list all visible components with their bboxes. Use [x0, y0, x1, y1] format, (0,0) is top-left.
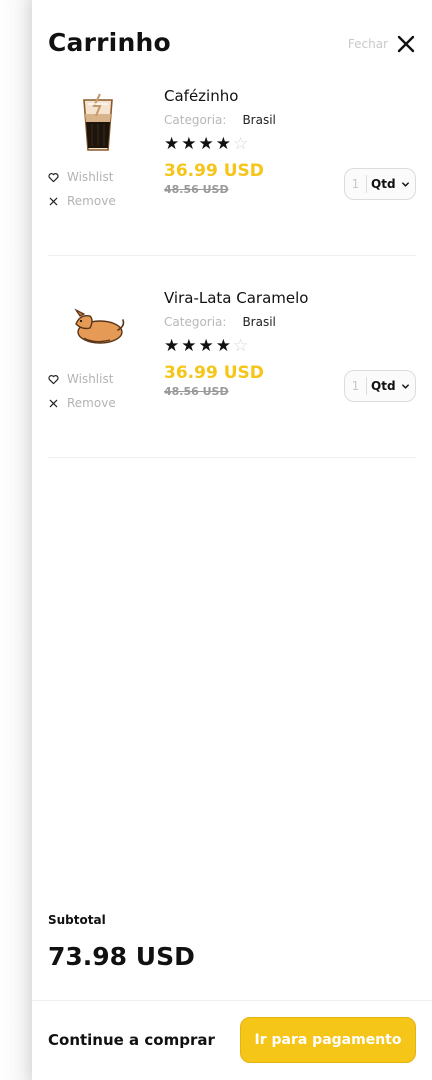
- heart-icon: [48, 172, 59, 182]
- star-filled-icon: ★: [181, 133, 197, 154]
- rating-stars: ★ ★ ★ ★ ☆: [164, 133, 416, 155]
- subtotal-label: Subtotal: [48, 913, 106, 927]
- remove-label: Remove: [67, 194, 116, 208]
- item-actions: Wishlist Remove: [48, 368, 148, 416]
- rating-stars: ★ ★ ★ ★ ☆: [164, 335, 416, 357]
- star-outline-icon: ☆: [233, 335, 249, 356]
- remove-button[interactable]: Remove: [48, 392, 148, 414]
- product-name[interactable]: Vira-Lata Caramelo: [164, 289, 416, 307]
- star-filled-icon: ★: [198, 133, 214, 154]
- wishlist-button[interactable]: Wishlist: [48, 166, 148, 188]
- category-row: Categoria: Brasil: [164, 113, 416, 127]
- checkout-button[interactable]: Ir para pagamento: [240, 1017, 416, 1063]
- star-filled-icon: ★: [181, 335, 197, 356]
- footer-divider: [32, 1000, 432, 1001]
- star-filled-icon: ★: [215, 133, 231, 154]
- wishlist-label: Wishlist: [67, 372, 114, 386]
- coffee-glass-thumbnail: [83, 93, 113, 151]
- close-icon: [397, 35, 415, 53]
- wishlist-button[interactable]: Wishlist: [48, 368, 148, 390]
- cart-item: Wishlist Remove Cafézinho Categoria: Bra…: [48, 86, 416, 256]
- chevron-down-icon: [401, 181, 409, 187]
- star-filled-icon: ★: [198, 335, 214, 356]
- remove-label: Remove: [67, 396, 116, 410]
- cart-item: Wishlist Remove Vira-Lata Caramelo Categ…: [48, 288, 416, 458]
- quantity-label: Qtd: [371, 177, 396, 191]
- star-filled-icon: ★: [164, 133, 180, 154]
- quantity-value: 1: [345, 377, 367, 395]
- product-name[interactable]: Cafézinho: [164, 87, 416, 105]
- star-filled-icon: ★: [164, 335, 180, 356]
- quantity-value: 1: [345, 175, 367, 193]
- cart-header: Carrinho Fechar: [48, 28, 416, 62]
- category-row: Categoria: Brasil: [164, 315, 416, 329]
- page-backdrop: [0, 0, 32, 1080]
- category-value: Brasil: [242, 113, 276, 127]
- item-actions: Wishlist Remove: [48, 166, 148, 214]
- continue-shopping-link[interactable]: Continue a comprar: [48, 1031, 215, 1049]
- quantity-select[interactable]: 1 Qtd: [344, 168, 416, 200]
- subtotal-value: 73.98 USD: [48, 942, 195, 971]
- category-value: Brasil: [242, 315, 276, 329]
- dog-thumbnail: [74, 308, 125, 344]
- remove-button[interactable]: Remove: [48, 190, 148, 212]
- x-icon: [49, 197, 58, 205]
- wishlist-label: Wishlist: [67, 170, 114, 184]
- x-icon: [49, 399, 58, 407]
- chevron-down-icon: [401, 383, 409, 389]
- category-key: Categoria:: [164, 315, 227, 329]
- quantity-label: Qtd: [371, 379, 396, 393]
- cart-panel: Carrinho Fechar Wishlist Remove Cafézinh…: [32, 0, 432, 1080]
- quantity-select[interactable]: 1 Qtd: [344, 370, 416, 402]
- close-label: Fechar: [347, 37, 388, 51]
- heart-icon: [48, 374, 59, 384]
- cart-title: Carrinho: [48, 28, 171, 57]
- category-key: Categoria:: [164, 113, 227, 127]
- close-button[interactable]: Fechar: [348, 32, 416, 56]
- star-outline-icon: ☆: [233, 133, 249, 154]
- star-filled-icon: ★: [215, 335, 231, 356]
